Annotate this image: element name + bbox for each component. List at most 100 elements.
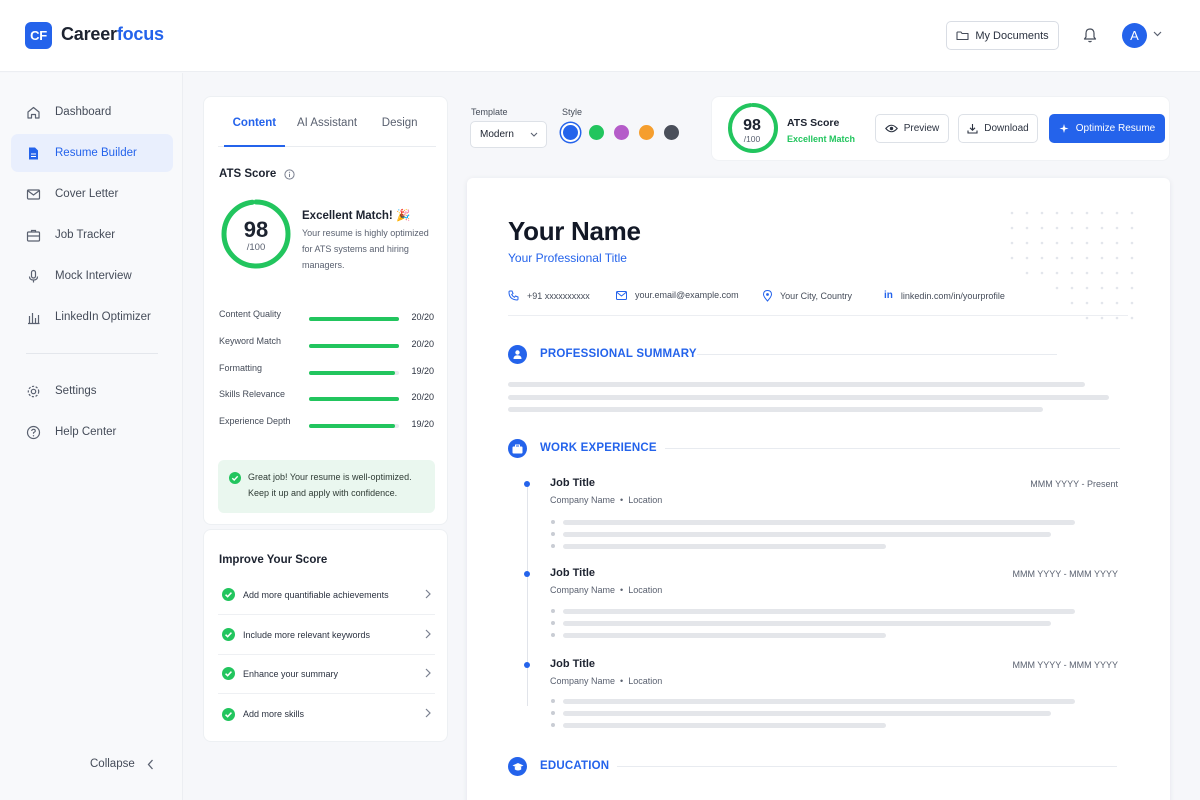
info-icon[interactable] <box>284 168 295 180</box>
check-circle-icon <box>229 472 241 484</box>
my-documents-button[interactable]: My Documents <box>946 21 1059 50</box>
my-documents-label: My Documents <box>975 29 1049 42</box>
metric-value: 19/20 <box>411 419 434 429</box>
pattern-dot <box>1085 226 1089 230</box>
ats-score-title: ATS Score <box>219 168 277 180</box>
style-swatch-purple[interactable] <box>614 125 629 140</box>
improve-panel: Improve Your Score Add more quantifiable… <box>203 529 448 742</box>
sidebar-item-label: Resume Builder <box>55 147 137 159</box>
job-title[interactable]: Job Title <box>550 658 595 670</box>
template-select[interactable]: Modern <box>470 121 547 148</box>
pattern-dot <box>1025 241 1029 245</box>
job-title[interactable]: Job Title <box>550 567 595 579</box>
gear-icon <box>26 384 41 399</box>
resume-title[interactable]: Your Professional Title <box>508 251 627 265</box>
linkedin-text: linkedin.com/in/yourprofile <box>900 290 1005 301</box>
chevron-left-icon <box>147 759 154 770</box>
match-title: Excellent Match! 🎉 <box>302 210 411 222</box>
mail-icon <box>26 187 41 202</box>
placeholder-line <box>563 544 886 549</box>
job-company: Company Name <box>550 676 616 686</box>
tab-design[interactable]: Design <box>363 97 436 146</box>
timeline-dot <box>524 662 530 668</box>
sidebar-item-cover-letter[interactable]: Cover Letter <box>11 175 173 213</box>
top-header: CF Careerfocus My Documents A <box>0 0 1200 72</box>
placeholder-line <box>563 609 1075 614</box>
briefcase-icon <box>508 439 527 458</box>
placeholder-line <box>563 621 1051 626</box>
preview-button[interactable]: Preview <box>875 114 949 143</box>
pattern-dot <box>1085 271 1089 275</box>
section-title-summary: PROFESSIONAL SUMMARY <box>540 348 697 360</box>
mail-icon <box>616 290 627 300</box>
pattern-dot <box>1085 256 1089 260</box>
sidebar-item-label: Help Center <box>55 426 117 438</box>
sidebar-item-help-center[interactable]: Help Center <box>11 413 173 451</box>
app-name-part1: Career <box>61 24 117 44</box>
pattern-dot <box>1115 316 1119 320</box>
style-swatch-blue[interactable] <box>563 125 578 140</box>
tab-ai-assistant[interactable]: AI Assistant <box>291 97 364 146</box>
sidebar-item-dashboard[interactable]: Dashboard <box>11 93 173 131</box>
download-icon <box>967 123 978 134</box>
sidebar-item-job-tracker[interactable]: Job Tracker <box>11 216 173 254</box>
sidebar-item-mock-interview[interactable]: Mock Interview <box>11 257 173 295</box>
pattern-dot <box>1115 241 1119 245</box>
improve-item[interactable]: Enhance your summary <box>218 654 435 694</box>
check-circle-icon <box>222 667 235 680</box>
section-divider <box>617 766 1117 767</box>
collapse-label: Collapse <box>90 758 135 770</box>
pattern-dot <box>1130 226 1134 230</box>
metric-fill <box>309 397 399 401</box>
pattern-dot <box>1070 256 1074 260</box>
success-message-box: Great job! Your resume is well-optimized… <box>218 460 435 513</box>
sparkle-icon <box>1059 123 1070 134</box>
sidebar-item-linkedin-optimizer[interactable]: LinkedIn Optimizer <box>11 298 173 336</box>
score-max: /100 <box>246 242 266 253</box>
sidebar-item-label: Settings <box>55 385 97 397</box>
pattern-dot <box>1055 256 1059 260</box>
improve-item[interactable]: Add more quantifiable achievements <box>218 575 435 615</box>
pattern-dot <box>1115 226 1119 230</box>
success-message: Great job! Your resume is well-optimized… <box>248 472 412 498</box>
style-swatch-green[interactable] <box>589 125 604 140</box>
pattern-dot <box>1025 271 1029 275</box>
improve-item[interactable]: Add more skills <box>218 694 435 734</box>
placeholder-line <box>563 711 1051 716</box>
style-swatch-dark[interactable] <box>664 125 679 140</box>
sidebar-item-settings[interactable]: Settings <box>11 372 173 410</box>
metric-label: Content Quality <box>219 309 282 319</box>
chevron-down-icon[interactable] <box>1153 31 1162 37</box>
style-swatch-orange[interactable] <box>639 125 654 140</box>
collapse-button[interactable]: Collapse <box>90 758 154 770</box>
chevron-right-icon <box>425 589 431 599</box>
improve-item[interactable]: Include more relevant keywords <box>218 615 435 655</box>
pattern-dot <box>1025 211 1029 215</box>
score-value: 98 <box>243 217 269 242</box>
improve-title: Improve Your Score <box>219 554 328 566</box>
job-company: Company Name <box>550 585 616 595</box>
logo-mark[interactable]: CF <box>25 22 52 49</box>
section-title-experience: WORK EXPERIENCE <box>540 442 657 454</box>
pattern-dot <box>1025 256 1029 260</box>
download-button[interactable]: Download <box>958 114 1038 143</box>
pattern-dot <box>1100 301 1104 305</box>
job-company-location: Company Name • Location <box>550 585 663 595</box>
app-name[interactable]: Careerfocus <box>61 24 164 45</box>
tab-content[interactable]: Content <box>218 97 291 147</box>
resume-name[interactable]: Your Name <box>508 216 641 247</box>
bell-icon[interactable] <box>1082 27 1098 44</box>
placeholder-line <box>508 407 1043 412</box>
resume-preview[interactable]: Your Name Your Professional Title +91 xx… <box>467 178 1170 800</box>
location-pin-icon <box>763 290 772 302</box>
pattern-dot <box>1100 316 1104 320</box>
sidebar-item-resume-builder[interactable]: Resume Builder <box>11 134 173 172</box>
optimize-resume-label: Optimize Resume <box>1075 123 1156 134</box>
job-title[interactable]: Job Title <box>550 477 595 489</box>
pattern-dot <box>1130 271 1134 275</box>
pattern-dot <box>1100 286 1104 290</box>
avatar[interactable]: A <box>1122 23 1147 48</box>
optimize-resume-button[interactable]: Optimize Resume <box>1049 114 1165 143</box>
timeline-dot <box>524 481 530 487</box>
pattern-dot <box>1040 271 1044 275</box>
